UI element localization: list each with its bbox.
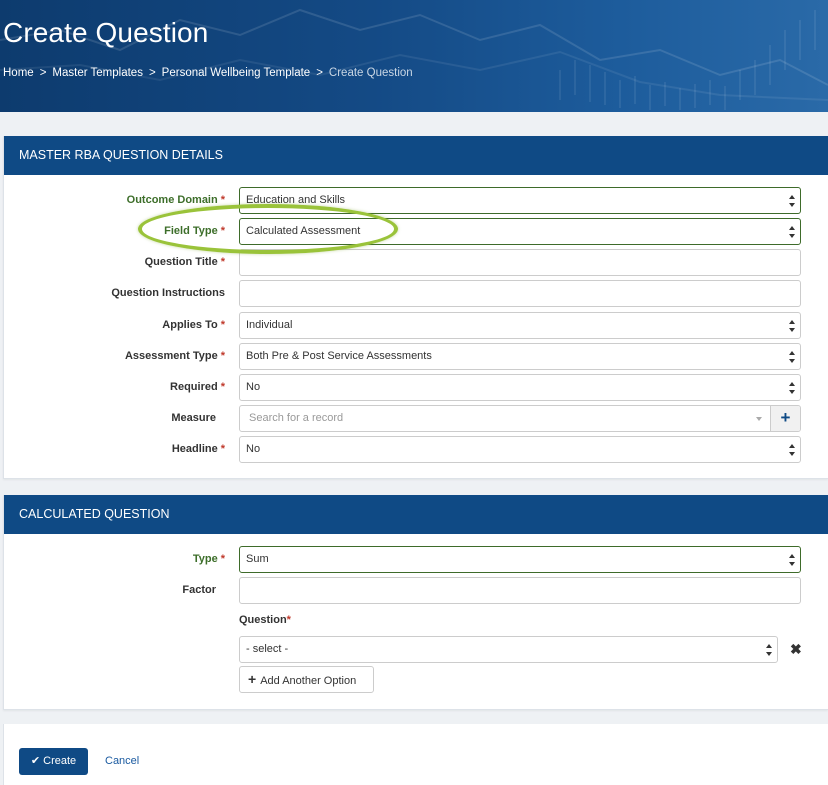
select-arrows-icon: [789, 225, 795, 239]
select-arrows-icon: [789, 443, 795, 457]
remove-option-icon[interactable]: ✖: [790, 641, 802, 658]
type-row: Type * Sum: [4, 546, 828, 573]
breadcrumb-current: Create Question: [328, 67, 413, 79]
assessment-type-select[interactable]: Both Pre & Post Service Assessments: [239, 343, 801, 370]
breadcrumb: Home > Master Templates > Personal Wellbeing…: [3, 67, 413, 79]
applies-to-label: Applies To *: [162, 319, 225, 331]
applies-to-select[interactable]: Individual: [239, 312, 801, 339]
headline-row: Headline * No: [4, 436, 828, 463]
outcome-domain-select[interactable]: Education and Skills: [239, 187, 801, 214]
headline-label: Headline *: [171, 443, 225, 455]
field-type-select[interactable]: Calculated Assessment: [239, 218, 801, 245]
question-option-row: - select - ✖: [4, 636, 828, 663]
plus-icon: +: [248, 671, 257, 687]
calculated-question-panel: CALCULATED QUESTION Type * Sum Factor Que…: [3, 495, 828, 710]
type-select[interactable]: Sum: [239, 546, 801, 573]
select-arrows-icon: [789, 350, 795, 364]
factor-input[interactable]: [239, 577, 801, 604]
select-arrows-icon: [789, 553, 795, 567]
type-label: Type *: [192, 553, 225, 565]
breadcrumb-master-templates[interactable]: Master Templates: [52, 67, 143, 79]
measure-row: Measure Search for a record +: [4, 405, 828, 432]
required-label: Required *: [170, 381, 225, 393]
headline-select[interactable]: No: [239, 436, 801, 463]
select-arrows-icon: [789, 381, 795, 395]
select-arrows-icon: [789, 319, 795, 333]
question-option-select[interactable]: - select -: [239, 636, 778, 663]
question-instructions-row: Question Instructions: [4, 280, 828, 307]
question-details-panel: MASTER RBA QUESTION DETAILS Outcome Doma…: [3, 136, 828, 479]
factor-row: Factor: [4, 577, 828, 604]
assessment-type-label: Assessment Type *: [124, 350, 225, 362]
outcome-domain-row: Outcome Domain * Education and Skills: [4, 187, 828, 214]
question-sub-label: Question*: [239, 614, 291, 626]
panel-heading: CALCULATED QUESTION: [4, 495, 828, 534]
question-title-input[interactable]: [239, 249, 801, 276]
breadcrumb-separator: >: [316, 67, 323, 79]
select-arrows-icon: [789, 194, 795, 208]
breadcrumb-separator: >: [148, 67, 156, 79]
question-title-label: Question Title *: [144, 256, 225, 268]
question-instructions-label: Question Instructions: [111, 287, 225, 299]
required-row: Required * No: [4, 374, 828, 401]
breadcrumb-home[interactable]: Home: [3, 67, 34, 79]
breadcrumb-separator: >: [39, 67, 47, 79]
panel-heading: MASTER RBA QUESTION DETAILS: [4, 136, 828, 175]
question-instructions-input[interactable]: [239, 280, 801, 307]
create-button[interactable]: ✔ Create: [19, 748, 88, 775]
add-measure-button[interactable]: +: [770, 406, 800, 431]
page-title: Create Question: [3, 17, 209, 48]
assessment-type-row: Assessment Type * Both Pre & Post Service…: [4, 343, 828, 370]
add-another-option-button[interactable]: + Add Another Option: [239, 666, 374, 693]
chevron-down-icon[interactable]: [756, 417, 762, 421]
required-select[interactable]: No: [239, 374, 801, 401]
factor-label: Factor: [182, 584, 216, 596]
field-type-label: Field Type *: [164, 225, 225, 237]
form-actions: ✔ Create Cancel: [3, 724, 828, 785]
breadcrumb-template[interactable]: Personal Wellbeing Template: [162, 67, 311, 79]
question-title-row: Question Title *: [4, 249, 828, 276]
outcome-domain-label: Outcome Domain *: [126, 194, 225, 206]
measure-label: Measure: [171, 412, 216, 424]
measure-search-select[interactable]: Search for a record +: [239, 405, 801, 432]
applies-to-row: Applies To * Individual: [4, 312, 828, 339]
select-arrows-icon: [766, 643, 772, 657]
measure-placeholder: Search for a record: [249, 412, 344, 424]
field-type-row: Field Type * Calculated Assessment: [4, 218, 828, 245]
page-header: Create Question Home > Master Templates > Pe…: [0, 0, 828, 112]
cancel-link[interactable]: Cancel: [105, 755, 139, 767]
check-icon: ✔: [30, 755, 41, 767]
